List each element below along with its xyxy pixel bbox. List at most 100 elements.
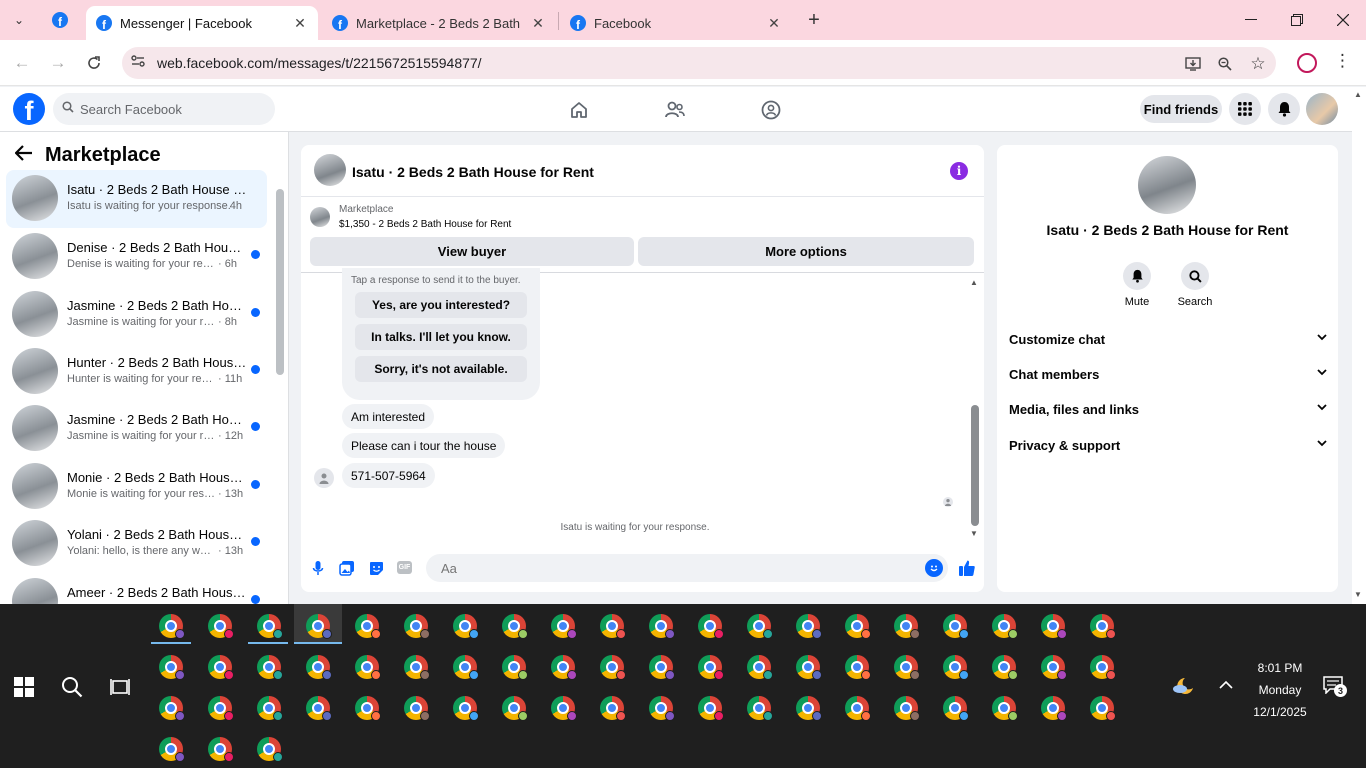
chrome-app-icon[interactable] bbox=[894, 696, 920, 721]
listing-thumbnail[interactable] bbox=[310, 207, 330, 227]
conversation-list-scrollbar[interactable] bbox=[276, 189, 284, 375]
facebook-search[interactable]: Search Facebook bbox=[53, 93, 275, 125]
browser-profile-icon[interactable] bbox=[1297, 53, 1317, 73]
quick-reply-button[interactable]: In talks. I'll let you know. bbox=[355, 324, 527, 350]
chrome-app-icon[interactable] bbox=[649, 696, 675, 721]
chrome-app-icon[interactable] bbox=[845, 655, 871, 680]
conversation-item[interactable]: Isatu · 2 Beds 2 Bath House for Rent Isa… bbox=[6, 170, 267, 228]
chrome-app-icon[interactable] bbox=[796, 696, 822, 721]
scroll-down-arrow-icon[interactable]: ▼ bbox=[970, 529, 978, 538]
chrome-app-icon[interactable] bbox=[551, 614, 577, 639]
chat-avatar[interactable] bbox=[314, 154, 346, 186]
info-icon[interactable]: i bbox=[950, 162, 968, 180]
section-chat-members[interactable]: Chat members bbox=[1009, 367, 1327, 387]
chrome-app-icon[interactable] bbox=[208, 655, 234, 680]
minimize-button[interactable] bbox=[1239, 8, 1263, 32]
chrome-app-icon[interactable] bbox=[992, 614, 1018, 639]
chrome-app-icon[interactable] bbox=[698, 696, 724, 721]
chrome-app-icon[interactable] bbox=[1041, 696, 1067, 721]
chrome-app-icon[interactable] bbox=[600, 696, 626, 721]
mute-action[interactable]: Mute bbox=[1107, 262, 1167, 308]
chrome-app-icon[interactable] bbox=[159, 696, 185, 721]
chrome-app-icon[interactable] bbox=[649, 614, 675, 639]
emoji-icon[interactable] bbox=[925, 559, 943, 577]
sticker-icon[interactable] bbox=[367, 559, 385, 577]
chrome-app-icon[interactable] bbox=[306, 655, 332, 680]
chrome-app-icon[interactable] bbox=[355, 655, 381, 680]
chrome-app-icon[interactable] bbox=[894, 614, 920, 639]
search-action[interactable]: Search bbox=[1165, 262, 1225, 308]
chrome-app-icon[interactable] bbox=[894, 655, 920, 680]
chrome-app-icon[interactable] bbox=[649, 655, 675, 680]
home-icon[interactable] bbox=[567, 98, 591, 122]
windows-start-icon[interactable] bbox=[14, 677, 34, 697]
chrome-app-icon[interactable] bbox=[600, 614, 626, 639]
chrome-app-icon[interactable] bbox=[502, 696, 528, 721]
chrome-app-icon[interactable] bbox=[257, 696, 283, 721]
chrome-app-icon[interactable] bbox=[747, 696, 773, 721]
more-options-button[interactable]: More options bbox=[638, 237, 974, 266]
message-bubble[interactable]: Please can i tour the house bbox=[342, 433, 506, 458]
view-buyer-button[interactable]: View buyer bbox=[310, 237, 634, 266]
scroll-up-arrow-icon[interactable]: ▲ bbox=[970, 278, 978, 287]
site-info-icon[interactable] bbox=[131, 55, 145, 70]
section-media-files-links[interactable]: Media, files and links bbox=[1009, 402, 1327, 422]
chrome-app-icon[interactable] bbox=[208, 737, 234, 762]
chat-scrollbar[interactable] bbox=[971, 405, 979, 526]
restore-button[interactable] bbox=[1285, 8, 1309, 32]
chrome-app-icon[interactable] bbox=[1090, 614, 1116, 639]
close-window-button[interactable] bbox=[1331, 8, 1355, 32]
chrome-app-icon[interactable] bbox=[747, 655, 773, 680]
task-view-icon[interactable] bbox=[107, 674, 133, 700]
chrome-app-icon[interactable] bbox=[208, 696, 234, 721]
back-button[interactable]: ← bbox=[10, 51, 34, 75]
chrome-app-icon[interactable] bbox=[159, 737, 185, 762]
chrome-app-icon[interactable] bbox=[992, 696, 1018, 721]
conversation-item[interactable]: Jasmine · 2 Beds 2 Bath House for Rent J… bbox=[6, 400, 267, 458]
chrome-app-icon[interactable] bbox=[404, 655, 430, 680]
chrome-app-icon[interactable] bbox=[502, 655, 528, 680]
chrome-app-icon[interactable] bbox=[355, 696, 381, 721]
address-bar[interactable]: web.facebook.com/messages/t/221567251559… bbox=[122, 47, 1276, 79]
chrome-app-icon[interactable] bbox=[453, 655, 479, 680]
chrome-app-icon[interactable] bbox=[796, 614, 822, 639]
message-bubble[interactable]: 571-507-5964 bbox=[342, 463, 435, 488]
conversation-item[interactable]: Jasmine · 2 Beds 2 Bath House for Rent J… bbox=[6, 286, 267, 344]
chrome-app-icon[interactable] bbox=[453, 696, 479, 721]
search-icon[interactable] bbox=[59, 674, 85, 700]
install-app-icon[interactable] bbox=[1183, 54, 1203, 74]
weather-moon-icon[interactable] bbox=[1171, 676, 1195, 696]
chrome-app-icon[interactable] bbox=[159, 614, 185, 639]
tab-close-icon[interactable]: ✕ bbox=[766, 15, 782, 32]
microphone-icon[interactable] bbox=[309, 559, 327, 577]
chrome-app-icon[interactable] bbox=[698, 655, 724, 680]
forward-button[interactable]: → bbox=[46, 51, 70, 75]
notification-center-icon[interactable]: 3 bbox=[1323, 676, 1347, 698]
chrome-app-icon[interactable] bbox=[208, 614, 234, 639]
chrome-app-icon[interactable] bbox=[943, 655, 969, 680]
chrome-app-icon[interactable] bbox=[1041, 655, 1067, 680]
notifications-bell-icon[interactable] bbox=[1268, 93, 1300, 125]
chrome-app-icon[interactable] bbox=[845, 614, 871, 639]
chrome-app-icon[interactable] bbox=[257, 614, 283, 639]
scroll-up-arrow-icon[interactable]: ▲ bbox=[1354, 90, 1362, 99]
account-avatar[interactable] bbox=[1306, 93, 1338, 125]
conversation-item[interactable]: Monie · 2 Beds 2 Bath House for Rent Mon… bbox=[6, 458, 267, 516]
chrome-app-icon[interactable] bbox=[747, 614, 773, 639]
menu-grid-icon[interactable] bbox=[1229, 93, 1261, 125]
tray-chevron-up-icon[interactable] bbox=[1219, 676, 1233, 693]
chrome-app-icon[interactable] bbox=[355, 614, 381, 639]
message-bubble[interactable]: Am interested bbox=[342, 404, 435, 429]
contact-avatar[interactable] bbox=[1138, 156, 1196, 214]
photo-icon[interactable] bbox=[338, 559, 356, 577]
tab-search-chevron-icon[interactable]: ⌄ bbox=[6, 8, 32, 32]
chrome-app-icon[interactable] bbox=[1090, 696, 1116, 721]
tab-messenger[interactable]: f Messenger | Facebook ✕ bbox=[86, 6, 318, 40]
quick-reply-button[interactable]: Yes, are you interested? bbox=[355, 292, 527, 318]
chrome-app-icon[interactable] bbox=[943, 696, 969, 721]
tab-close-icon[interactable]: ✕ bbox=[292, 15, 308, 32]
chrome-app-icon[interactable] bbox=[306, 614, 332, 639]
chrome-app-icon[interactable] bbox=[796, 655, 822, 680]
chrome-app-icon[interactable] bbox=[943, 614, 969, 639]
chrome-app-icon[interactable] bbox=[257, 737, 283, 762]
